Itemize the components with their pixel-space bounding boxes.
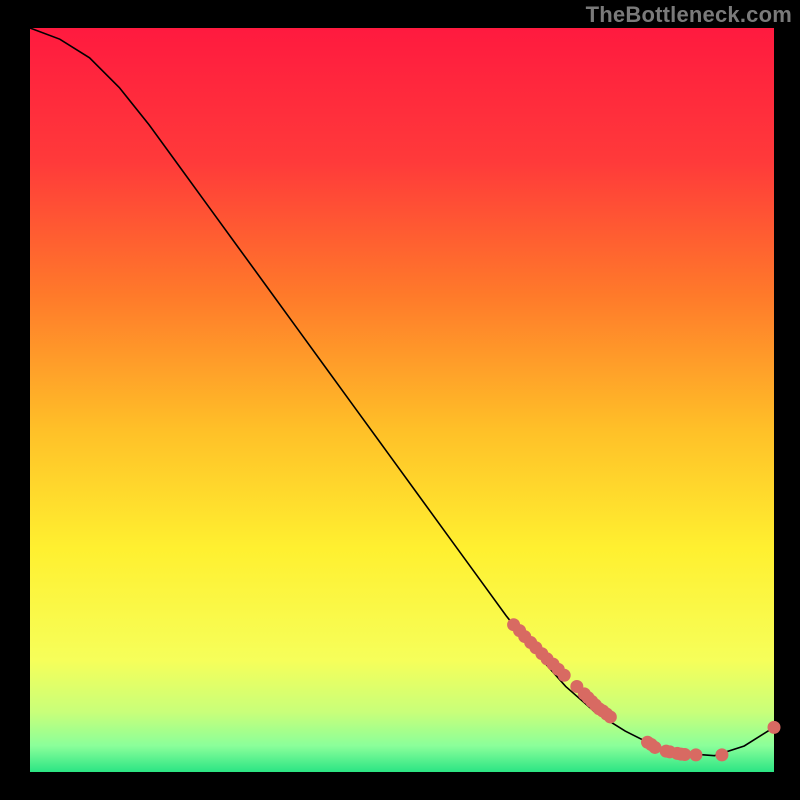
bottleneck-chart [0, 0, 800, 800]
data-point [768, 721, 781, 734]
watermark-text: TheBottleneck.com [586, 2, 792, 28]
plot-background [30, 28, 774, 772]
data-point [715, 748, 728, 761]
chart-stage: TheBottleneck.com [0, 0, 800, 800]
data-point [604, 710, 617, 723]
data-point [678, 748, 691, 761]
data-point [689, 748, 702, 761]
data-point [648, 741, 661, 754]
data-point [558, 669, 571, 682]
